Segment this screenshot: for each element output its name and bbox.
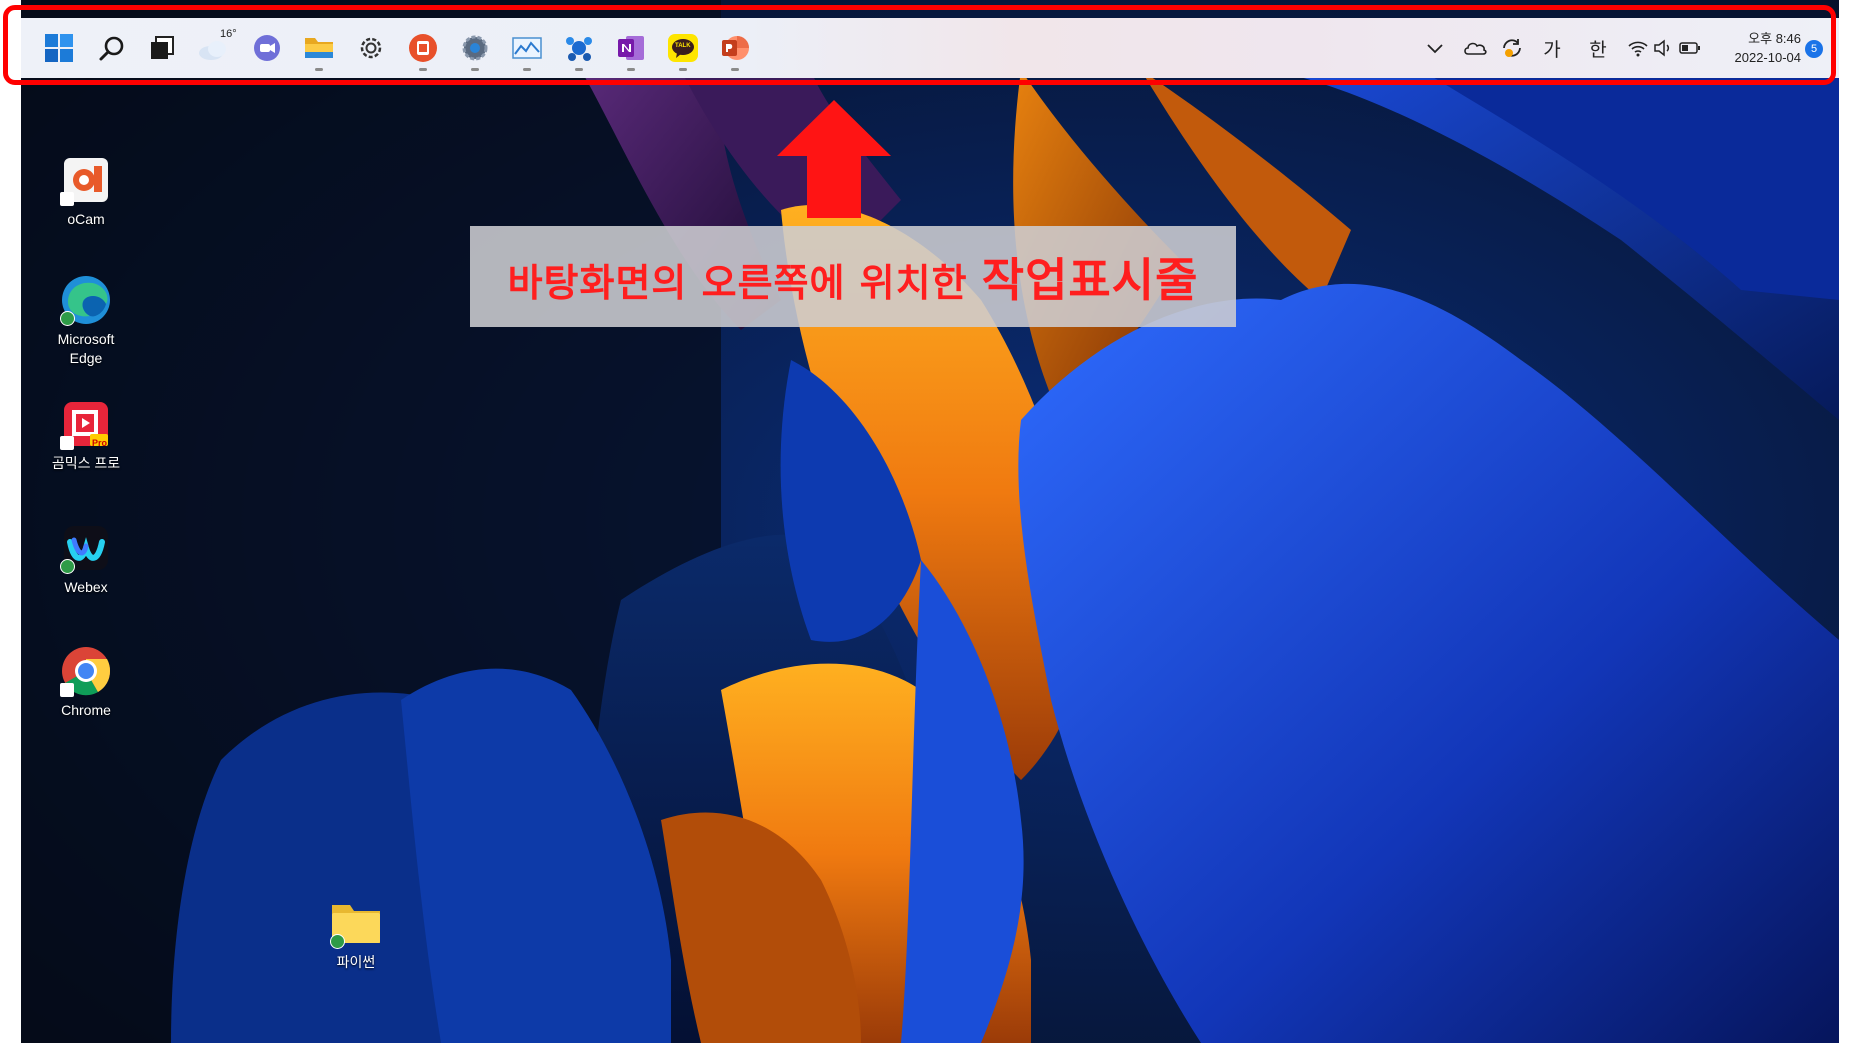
python-folder-label: 파이썬 xyxy=(336,954,376,970)
red-up-arrow xyxy=(777,100,891,218)
edge-icon xyxy=(58,272,114,328)
desktop-icon-gomix-pro[interactable]: Pro 곰믹스 프로 xyxy=(41,396,131,473)
desktop-screen: 휴지통 oCam Microsoft Edge xyxy=(21,0,1839,1043)
desktop-icon-chrome[interactable]: Chrome xyxy=(41,643,131,720)
annotation-text: 바탕화면의 오른쪽에 위치한 작업표시줄 xyxy=(508,244,1199,310)
sync-check-icon xyxy=(60,311,75,326)
annotation-emphasis-text: 작업표시줄 xyxy=(981,252,1199,307)
ocam-icon xyxy=(58,152,114,208)
edge-label: Microsoft Edge xyxy=(57,331,115,366)
webex-label: Webex xyxy=(64,579,108,595)
desktop-icon-webex[interactable]: Webex xyxy=(41,520,131,597)
desktop-icon-python-folder[interactable]: 파이썬 xyxy=(311,895,401,972)
desktop-icon-microsoft-edge[interactable]: Microsoft Edge xyxy=(41,272,131,368)
sync-check-icon xyxy=(330,934,345,949)
webex-icon xyxy=(58,520,114,576)
sync-check-icon xyxy=(60,559,75,574)
chrome-label: Chrome xyxy=(61,702,111,718)
ocam-label: oCam xyxy=(67,211,105,227)
chrome-icon xyxy=(58,643,114,699)
pro-badge: Pro xyxy=(92,438,108,448)
desktop-icon-ocam[interactable]: oCam xyxy=(41,152,131,229)
desktop-wallpaper xyxy=(21,0,1839,1043)
annotation-callout: 바탕화면의 오른쪽에 위치한 작업표시줄 xyxy=(470,226,1236,327)
folder-icon xyxy=(328,895,384,951)
taskbar-highlight-frame xyxy=(3,5,1836,85)
gomix-icon: Pro xyxy=(58,396,114,452)
shortcut-arrow-icon xyxy=(60,192,74,206)
annotation-main-text: 바탕화면의 오른쪽에 위치한 xyxy=(507,260,982,305)
shortcut-arrow-icon xyxy=(60,436,74,450)
shortcut-arrow-icon xyxy=(60,683,74,697)
gomix-label: 곰믹스 프로 xyxy=(51,455,121,471)
